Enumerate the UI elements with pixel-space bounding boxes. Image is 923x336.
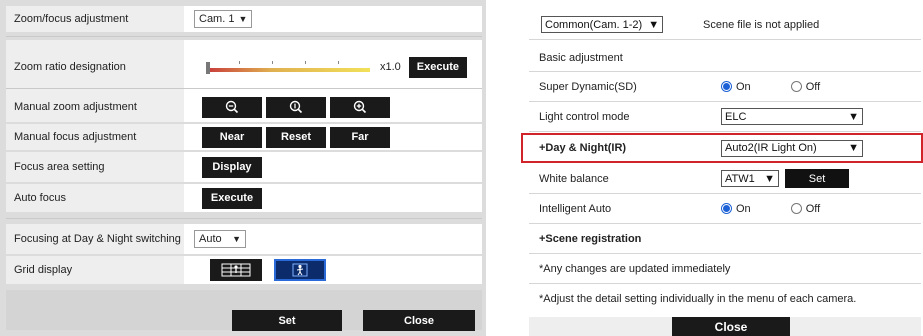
zoom-focus-row: Zoom/focus adjustment Cam. 1 ▼	[6, 6, 482, 32]
intelligent-auto-on-radio[interactable]	[721, 203, 732, 214]
divider	[6, 36, 482, 37]
white-balance-row: White balance ATW1 ▼ Set	[529, 164, 921, 194]
scene-registration-link[interactable]: +Scene registration	[539, 233, 641, 245]
auto-focus-execute-button[interactable]: Execute	[202, 187, 262, 209]
zoom-ratio-slider[interactable]	[206, 59, 370, 75]
camera-select-row: Common(Cam. 1-2) ▼ Scene file is not app…	[529, 10, 921, 40]
zoom-slider-thumb[interactable]	[206, 62, 210, 74]
white-balance-set-button[interactable]: Set	[785, 169, 849, 188]
manual-zoom-row: Manual zoom adjustment	[6, 92, 482, 122]
zoom-execute-button[interactable]: Execute	[408, 56, 467, 78]
close-button[interactable]: Close	[363, 310, 475, 331]
manual-focus-label: Manual focus adjustment	[6, 124, 184, 150]
manual-focus-row: Manual focus adjustment Near Reset Far	[6, 124, 482, 150]
note-row-2: *Adjust the detail setting individually …	[529, 284, 921, 314]
camera-select[interactable]: Cam. 1 ▼	[194, 10, 253, 28]
focus-reset-button[interactable]: Reset	[266, 126, 326, 148]
scene-status: Scene file is not applied	[703, 18, 820, 31]
chevron-down-icon: ▼	[764, 172, 775, 185]
intelligent-auto-off-radio[interactable]	[790, 203, 802, 214]
zoom-in-button[interactable]	[330, 96, 390, 118]
super-dynamic-off-radio[interactable]	[790, 81, 802, 92]
chevron-down-icon: ▼	[232, 233, 241, 244]
common-camera-value: Common(Cam. 1-2)	[545, 18, 643, 31]
basic-adjustment-label: Basic adjustment	[539, 51, 623, 64]
grid-display-option-person[interactable]	[274, 259, 326, 281]
focus-area-label: Focus area setting	[6, 152, 184, 182]
day-night-focus-select[interactable]: Auto ▼	[194, 230, 246, 248]
zoom-1x-icon	[289, 100, 303, 114]
left-footer: Set Close	[6, 290, 482, 331]
basic-adjustment-row: Basic adjustment	[529, 44, 921, 72]
divider	[6, 218, 482, 219]
white-balance-select[interactable]: ATW1 ▼	[721, 170, 779, 187]
chevron-down-icon: ▼	[648, 18, 660, 31]
scene-settings-panel: Common(Cam. 1-2) ▼ Scene file is not app…	[521, 0, 923, 336]
day-night-focus-label: Focusing at Day & Night switching	[6, 224, 184, 254]
super-dynamic-off-label: Off	[805, 80, 821, 93]
super-dynamic-row: Super Dynamic(SD) On Off	[529, 72, 921, 102]
note-immediate-update: *Any changes are updated immediately	[539, 262, 731, 275]
grid-icon	[221, 263, 251, 277]
divider	[6, 88, 482, 89]
grid-display-option-grid[interactable]	[210, 259, 262, 281]
slider-tick	[338, 61, 339, 64]
zoom-out-icon	[225, 100, 239, 114]
intelligent-auto-off-label: Off	[805, 202, 821, 215]
super-dynamic-label: Super Dynamic(SD)	[539, 80, 637, 93]
intelligent-auto-on-label: On	[736, 202, 751, 215]
light-control-row: Light control mode ELC ▼	[529, 102, 921, 132]
grid-display-label: Grid display	[6, 256, 184, 284]
scene-registration-row: +Scene registration	[529, 224, 921, 254]
right-footer: Close	[529, 317, 921, 336]
light-control-value: ELC	[725, 110, 747, 123]
auto-focus-row: Auto focus Execute	[6, 184, 482, 212]
focus-near-button[interactable]: Near	[202, 126, 262, 148]
focus-far-button[interactable]: Far	[330, 126, 390, 148]
white-balance-label: White balance	[539, 172, 609, 185]
slider-tick	[305, 61, 306, 64]
common-camera-select[interactable]: Common(Cam. 1-2) ▼	[541, 16, 664, 33]
person-icon	[292, 263, 308, 277]
zoom-slider-track	[206, 68, 370, 72]
camera-adjustment-panel: Zoom/focus adjustment Cam. 1 ▼ Zoom rati…	[0, 0, 486, 336]
zoom-ratio-row: Zoom ratio designation x1.0 Execute	[6, 40, 482, 94]
slider-tick	[272, 61, 273, 64]
light-control-select[interactable]: ELC ▼	[721, 108, 863, 125]
zoom-in-icon	[353, 100, 367, 114]
day-night-focus-value: Auto	[199, 233, 222, 245]
auto-focus-label: Auto focus	[6, 184, 184, 212]
light-control-label: Light control mode	[539, 110, 630, 123]
set-button[interactable]: Set	[232, 310, 342, 331]
zoom-ratio-value: x1.0	[380, 61, 401, 73]
intelligent-auto-row: Intelligent Auto On Off	[529, 194, 921, 224]
slider-tick	[239, 61, 240, 64]
camera-select-value: Cam. 1	[199, 13, 235, 25]
day-night-highlight-box	[521, 133, 923, 163]
grid-display-row: Grid display	[6, 256, 482, 284]
super-dynamic-on-label: On	[736, 80, 751, 93]
focus-area-row: Focus area setting Display	[6, 152, 482, 182]
zoom-out-button[interactable]	[202, 96, 262, 118]
chevron-down-icon: ▼	[848, 110, 859, 123]
white-balance-value: ATW1	[725, 172, 755, 185]
note-detail-setting: *Adjust the detail setting individually …	[539, 293, 857, 305]
chevron-down-icon: ▼	[238, 13, 248, 24]
zoom-ratio-label: Zoom ratio designation	[6, 40, 184, 94]
note-row-1: *Any changes are updated immediately	[529, 254, 921, 284]
close-button[interactable]: Close	[672, 317, 790, 336]
intelligent-auto-label: Intelligent Auto	[539, 202, 612, 215]
zoom-focus-label: Zoom/focus adjustment	[6, 6, 184, 32]
manual-zoom-label: Manual zoom adjustment	[6, 92, 184, 122]
zoom-1x-button[interactable]	[266, 96, 326, 118]
focus-area-display-button[interactable]: Display	[202, 156, 262, 178]
day-night-focus-row: Focusing at Day & Night switching Auto ▼	[6, 224, 482, 254]
super-dynamic-on-radio[interactable]	[721, 81, 732, 92]
